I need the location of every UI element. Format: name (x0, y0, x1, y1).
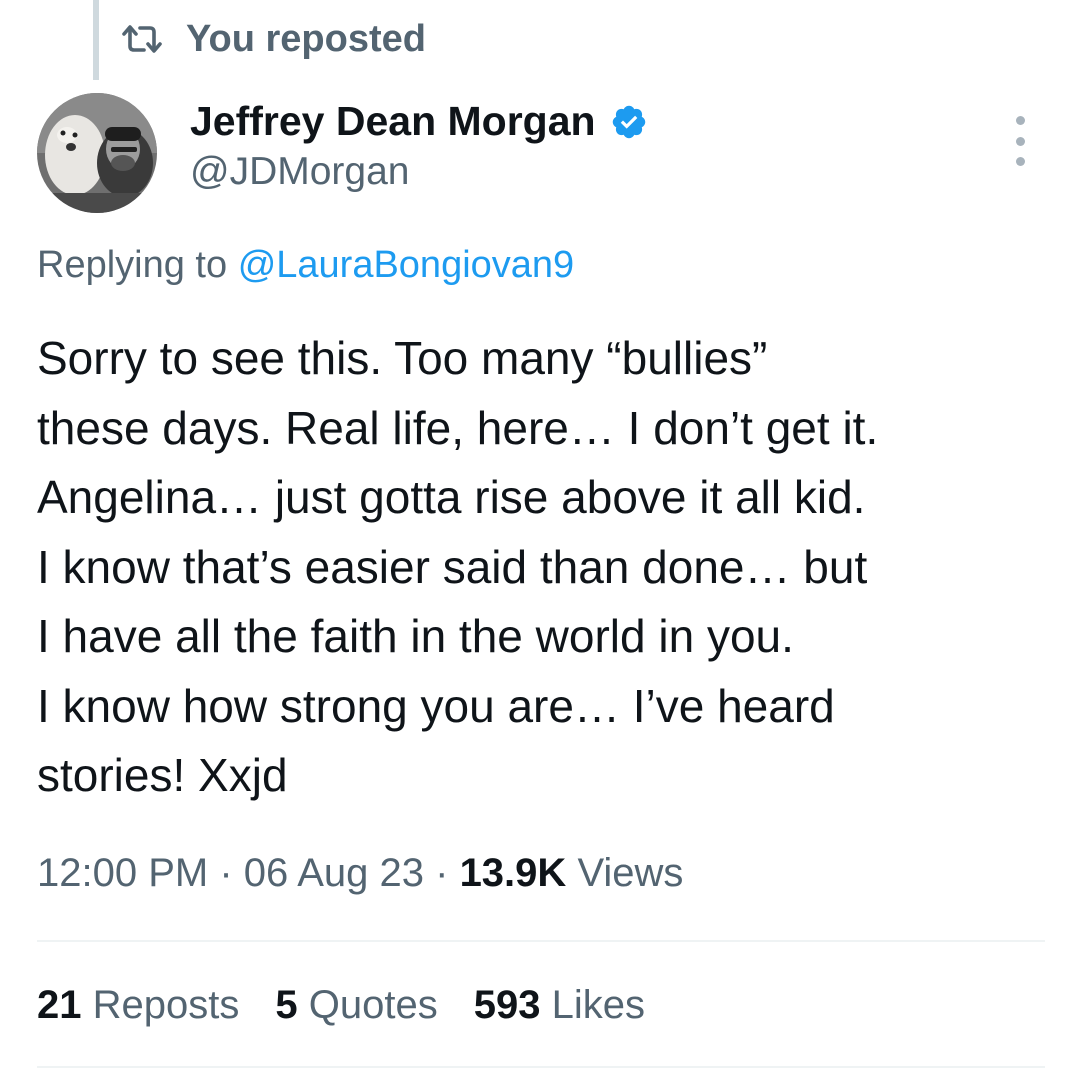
reposts-count: 21 (37, 983, 82, 1027)
author-handle[interactable]: @JDMorgan (190, 150, 410, 194)
thread-connector-line (93, 0, 99, 80)
verified-badge-icon (610, 103, 648, 141)
tweet-text-line: stories! Xxjd (37, 749, 288, 801)
tweet-text-line: these days. Real life, here… I don’t get… (37, 401, 879, 454)
views-count: 13.9K (459, 851, 567, 895)
author-display-name[interactable]: Jeffrey Dean Morgan (190, 98, 596, 145)
avatar[interactable] (37, 93, 157, 213)
tweet-text-line: I have all the faith in the world in you… (37, 610, 794, 662)
more-dot (1015, 136, 1025, 146)
tweet-date[interactable]: 06 Aug 23 (244, 851, 424, 895)
repost-header: You reposted (120, 14, 426, 64)
likes-count: 593 (473, 983, 541, 1027)
reposts-label: Reposts (92, 983, 240, 1027)
repost-label: You reposted (186, 17, 426, 60)
tweet-text-line: I know how strong you are… I’ve heard (37, 679, 835, 732)
more-dot (1015, 157, 1025, 166)
tweet-text-line: Sorry to see this. Too many “bullies” (37, 332, 768, 384)
tweet-text: Sorry to see this. Too many “bullies” th… (37, 324, 1047, 811)
repost-icon (120, 22, 164, 56)
likes-label: Likes (551, 983, 645, 1027)
tweet-text-line: Angelina… just gotta rise above it all k… (37, 471, 866, 523)
tweet-meta: 12:00 PM · 06 Aug 23 · 13.9K Views (37, 851, 683, 896)
quotes-count: 5 (275, 983, 298, 1027)
tweet-text-line: I know that’s easier said than done… but (37, 540, 868, 593)
tweet-time[interactable]: 12:00 PM (37, 851, 208, 895)
divider (37, 940, 1045, 942)
quotes-stat[interactable]: 5 Quotes (275, 983, 437, 1028)
author-name-row: Jeffrey Dean Morgan (190, 98, 648, 145)
meta-separator: · (219, 851, 233, 895)
likes-stat[interactable]: 593 Likes (474, 983, 645, 1028)
views-label: Views (577, 851, 684, 895)
more-dot (1015, 116, 1025, 125)
engagement-stats: 21 Reposts 5 Quotes 593 Likes (37, 983, 645, 1028)
quotes-label: Quotes (308, 983, 438, 1027)
more-options-icon[interactable] (1000, 116, 1040, 166)
divider (37, 1066, 1045, 1068)
meta-separator: · (435, 851, 449, 895)
reposts-stat[interactable]: 21 Reposts (37, 983, 239, 1028)
replying-to-prefix: Replying to (37, 244, 228, 286)
replying-to: Replying to @LauraBongiovan9 (37, 244, 574, 287)
reply-mention-link[interactable]: @LauraBongiovan9 (238, 244, 575, 286)
